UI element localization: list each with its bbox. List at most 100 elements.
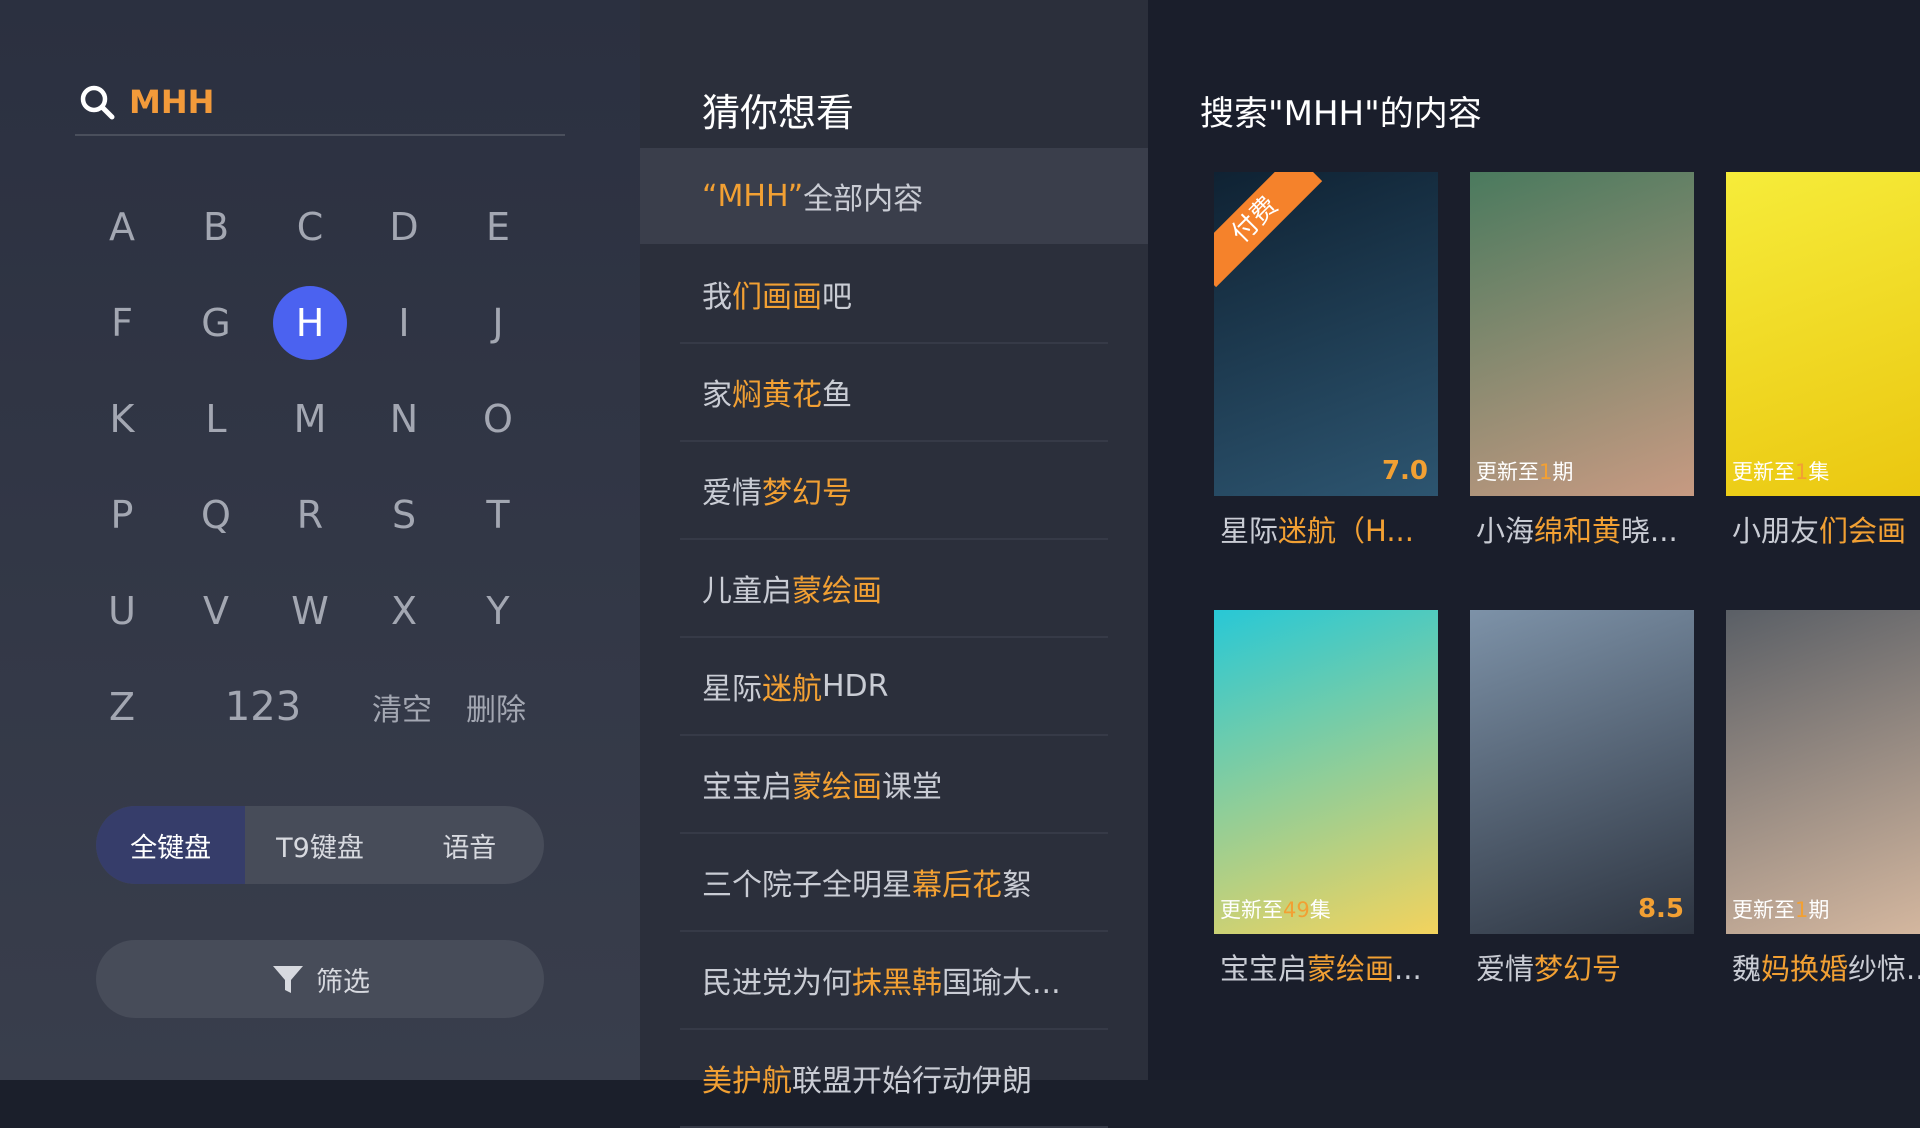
key-a[interactable]: A: [85, 190, 159, 264]
result-card[interactable]: 付费 7.0 星际迷航（H...: [1214, 172, 1438, 550]
key-d[interactable]: D: [367, 190, 441, 264]
suggestion-highlight: 幕后花: [912, 868, 1002, 903]
key-j[interactable]: J: [461, 286, 535, 360]
key-u[interactable]: U: [85, 574, 159, 648]
suggestion-highlight: 蒙绘画: [792, 574, 882, 609]
key-c[interactable]: C: [273, 190, 347, 264]
delete-key[interactable]: 删除: [451, 670, 541, 744]
filter-label: 筛选: [316, 966, 370, 998]
key-t[interactable]: T: [461, 478, 535, 552]
key-k[interactable]: K: [85, 382, 159, 456]
suggestion-text: 吧: [822, 280, 852, 315]
suggestions-title: 猜你想看: [702, 91, 855, 135]
suggestion-highlight: “MHH”: [702, 178, 804, 214]
search-icon: [80, 85, 115, 120]
suggestion-text: 国瑜大...: [942, 966, 1061, 1001]
suggestion-item[interactable]: 三个院子全明星 幕后花絮: [680, 834, 1108, 932]
key-r[interactable]: R: [273, 478, 347, 552]
search-query: MHH: [129, 83, 215, 121]
suggestion-item[interactable]: 家焖黄花鱼: [680, 344, 1108, 442]
suggestion-text: 我: [702, 280, 732, 315]
suggestion-text: 絮: [1002, 868, 1032, 903]
suggestion-highlight: 梦幻号: [762, 476, 852, 511]
suggestion-list: “MHH” 全部内容我们画画吧家焖黄花鱼爱情 梦幻号 儿童启 蒙绘画 星际 迷航 HDR 宝宝启…: [640, 148, 1148, 1128]
result-title: 小海绵和黄晓...: [1476, 514, 1678, 548]
result-card[interactable]: 更新至1集小朋友们会画: [1726, 172, 1920, 550]
key-v[interactable]: V: [179, 574, 253, 648]
result-poster: 付费 7.0: [1214, 172, 1438, 496]
filter-icon: [273, 966, 303, 993]
key-l[interactable]: L: [179, 382, 253, 456]
result-poster: 更新至1集: [1726, 172, 1920, 496]
result-poster: 更新至1期: [1726, 610, 1920, 934]
suggestion-item[interactable]: 美护航 联盟开始行动伊朗: [680, 1030, 1108, 1128]
result-card[interactable]: 更新至49集宝宝启蒙绘画...: [1214, 610, 1438, 988]
result-title: 宝宝启蒙绘画...: [1220, 952, 1422, 986]
key-123[interactable]: 123: [193, 670, 333, 744]
key-w[interactable]: W: [273, 574, 347, 648]
suggestion-text: 星际: [702, 672, 762, 707]
paid-ribbon: 付费: [1214, 172, 1323, 288]
suggestion-text: 宝宝启: [702, 770, 792, 805]
key-m[interactable]: M: [273, 382, 347, 456]
suggestion-item[interactable]: 宝宝启 蒙绘画 课堂: [680, 736, 1108, 834]
keyboard-panel: MHH A B C D E F G H I J K L M N O P Q R S T U V W X Y Z 123 清空 删除 全键…: [0, 0, 640, 1080]
key-f[interactable]: F: [85, 286, 159, 360]
result-title: 小朋友们会画: [1732, 514, 1907, 548]
suggestion-item[interactable]: “MHH” 全部内容: [640, 148, 1148, 246]
suggestion-text: HDR: [822, 668, 889, 704]
voice-tab[interactable]: 语音: [395, 806, 544, 884]
key-z[interactable]: Z: [85, 670, 159, 744]
key-g[interactable]: G: [179, 286, 253, 360]
update-badge: 更新至1期: [1476, 460, 1574, 484]
key-b[interactable]: B: [179, 190, 253, 264]
key-q[interactable]: Q: [179, 478, 253, 552]
suggestion-text: 儿童启: [702, 574, 792, 609]
result-poster: 8.5: [1470, 610, 1694, 934]
key-h[interactable]: H: [273, 286, 347, 360]
key-x[interactable]: X: [367, 574, 441, 648]
suggestion-item[interactable]: 爱情 梦幻号: [680, 442, 1108, 540]
suggestion-highlight: 美护航: [702, 1064, 792, 1099]
key-o[interactable]: O: [461, 382, 535, 456]
suggestion-text: 联盟开始行动伊朗: [792, 1064, 1032, 1099]
suggestion-highlight: 焖黄花: [732, 378, 822, 413]
suggestion-highlight: 们画画: [732, 280, 822, 315]
results-panel: 搜索"MHH"的内容 付费 7.0 星际迷航（H... 更新至1期 小海绵和黄晓... 更…: [1148, 0, 1920, 1080]
filter-button[interactable]: 筛选: [96, 940, 544, 1018]
key-s[interactable]: S: [367, 478, 441, 552]
suggestion-item[interactable]: 民进党为何 抹黑韩 国瑜大...: [680, 932, 1108, 1030]
key-i[interactable]: I: [367, 286, 441, 360]
update-badge: 更新至1集: [1732, 460, 1830, 484]
suggestion-item[interactable]: 我们画画吧: [680, 246, 1108, 344]
rating-badge: 7.0: [1381, 456, 1428, 486]
results-title: 搜索"MHH"的内容: [1200, 94, 1482, 134]
result-title: 星际迷航（H...: [1220, 514, 1414, 548]
result-poster: 更新至49集: [1214, 610, 1438, 934]
suggestion-text: 课堂: [882, 770, 942, 805]
key-y[interactable]: Y: [461, 574, 535, 648]
key-n[interactable]: N: [367, 382, 441, 456]
suggestion-text: 三个院子全明星: [702, 868, 912, 903]
full-keyboard-tab[interactable]: 全键盘: [96, 806, 246, 884]
suggestion-item[interactable]: 儿童启 蒙绘画: [680, 540, 1108, 638]
clear-key[interactable]: 清空: [357, 670, 447, 744]
result-card[interactable]: 更新至1期小海绵和黄晓...: [1470, 172, 1694, 550]
result-card[interactable]: 更新至1期魏妈换婚纱惊...: [1726, 610, 1920, 988]
result-card[interactable]: 8.5 爱情梦幻号: [1470, 610, 1694, 988]
suggestion-highlight: 迷航: [762, 672, 822, 707]
keyboard-mode-switch: 全键盘 T9键盘 语音: [96, 806, 544, 884]
result-title: 爱情梦幻号: [1476, 952, 1622, 986]
search-bar[interactable]: MHH: [75, 70, 565, 136]
suggestion-text: 民进党为何: [702, 966, 852, 1001]
key-p[interactable]: P: [85, 478, 159, 552]
suggestion-highlight: 蒙绘画: [792, 770, 882, 805]
suggestion-highlight: 抹黑韩: [852, 966, 942, 1001]
result-poster: 更新至1期: [1470, 172, 1694, 496]
update-badge: 更新至49集: [1220, 898, 1331, 922]
key-e[interactable]: E: [461, 190, 535, 264]
suggestions-panel: 猜你想看 “MHH” 全部内容我们画画吧家焖黄花鱼爱情 梦幻号 儿童启 蒙绘画 星际 迷航 H…: [640, 0, 1148, 1128]
suggestion-item[interactable]: 星际 迷航 HDR: [680, 638, 1108, 736]
t9-keyboard-tab[interactable]: T9键盘: [245, 806, 394, 884]
update-badge: 更新至1期: [1732, 898, 1830, 922]
